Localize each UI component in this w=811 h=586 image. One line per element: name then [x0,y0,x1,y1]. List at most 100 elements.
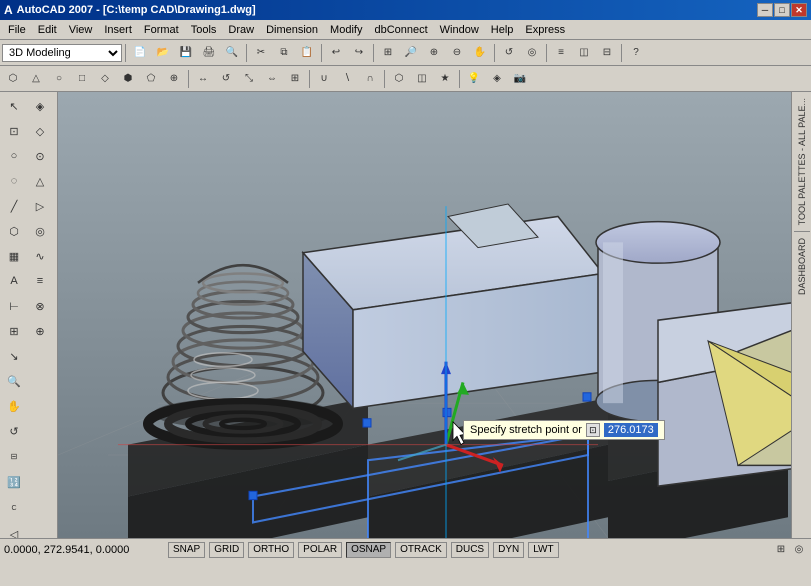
surface-btn[interactable]: ◫ [411,68,433,90]
calc-btn[interactable]: 🔢 [2,470,26,494]
zoom-window-btn[interactable]: 🔎 [400,42,422,64]
left-tool-b6[interactable]: ◎ [28,219,52,243]
left-tool-dim[interactable]: ⊢ [2,294,26,318]
zoom-extents-btn[interactable]: ⊞ [377,42,399,64]
3d-orbit-btn[interactable]: ↺ [498,42,520,64]
menu-item-tools[interactable]: Tools [185,22,223,38]
cut-btn[interactable]: ✂ [250,42,272,64]
properties-btn[interactable]: ⊟ [596,42,618,64]
left-tool-orbit[interactable]: ↺ [2,419,26,443]
3d-mirror-btn[interactable]: ⇔ [261,68,283,90]
camera-btn[interactable]: 📷 [509,68,531,90]
left-tool-b8[interactable]: ≡ [28,269,52,293]
left-tool-b7[interactable]: ∿ [28,244,52,268]
lwt-btn[interactable]: LWT [528,542,558,558]
polar-btn[interactable]: POLAR [298,542,342,558]
left-tool-b2[interactable]: ◇ [28,119,52,143]
3d-scale-btn[interactable]: ⤡ [238,68,260,90]
undo-btn[interactable]: ↩ [325,42,347,64]
3d-move-btn[interactable]: ↔ [192,68,214,90]
print-btn[interactable]: 🖨 [198,42,220,64]
comm-btn[interactable]: C [2,496,26,520]
print-preview-btn[interactable]: 🔍 [221,42,243,64]
left-tool-poly[interactable]: ⬡ [2,219,26,243]
3d-tool-3[interactable]: ○ [48,68,70,90]
3d-array-btn[interactable]: ⊞ [284,68,306,90]
tool-palettes-label[interactable]: TOOL PALETTES - ALL PALE... [797,98,807,225]
left-tool-zoom[interactable]: 🔍 [2,369,26,393]
expand-btn[interactable]: ◁ [2,522,26,538]
lights-btn[interactable]: 💡 [463,68,485,90]
left-tool-b4[interactable]: △ [28,169,52,193]
shade-btn[interactable]: ◎ [521,42,543,64]
left-tool-circle[interactable]: ○ [2,144,26,168]
left-tool-block[interactable]: ⊞ [2,319,26,343]
left-tool-b5[interactable]: ▷ [28,194,52,218]
copy-btn[interactable]: ⧉ [273,42,295,64]
menu-item-window[interactable]: Window [434,22,485,38]
save-btn[interactable]: 💾 [175,42,197,64]
left-tool-arc[interactable]: ◌ [2,169,26,193]
left-tool-b9[interactable]: ⊗ [28,294,52,318]
pan-btn[interactable]: ✋ [469,42,491,64]
solid-union-btn[interactable]: ∪ [313,68,335,90]
solid-intersect-btn[interactable]: ∩ [359,68,381,90]
grid-btn[interactable]: GRID [209,542,244,558]
status-icon-1[interactable]: ⊞ [773,542,789,558]
app-close-btn[interactable]: ✕ [791,3,807,17]
left-tool-text[interactable]: A [2,269,26,293]
new-btn[interactable]: 📄 [129,42,151,64]
3d-tool-5[interactable]: ◇ [94,68,116,90]
3d-rotate-btn[interactable]: ↺ [215,68,237,90]
left-tool-pan[interactable]: ✋ [2,394,26,418]
match-prop-btn[interactable]: ≡ [550,42,572,64]
menu-item-format[interactable]: Format [138,22,185,38]
3d-tool-6[interactable]: ⬢ [117,68,139,90]
3d-tool-7[interactable]: ⬠ [140,68,162,90]
3d-tool-4[interactable]: □ [71,68,93,90]
material-btn[interactable]: ◈ [486,68,508,90]
paste-btn[interactable]: 📋 [296,42,318,64]
dyn-btn[interactable]: DYN [493,542,524,558]
dashboard-label[interactable]: DASHBOARD [797,238,807,295]
left-tool-b1[interactable]: ◈ [28,94,52,118]
redo-btn[interactable]: ↪ [348,42,370,64]
menu-item-view[interactable]: View [63,22,99,38]
canvas-area[interactable]: Specify stretch point or ⊡ 276.0173 [58,92,791,538]
left-tool-b10[interactable]: ⊕ [28,319,52,343]
status-icon-2[interactable]: ◎ [791,542,807,558]
menu-item-file[interactable]: File [2,22,32,38]
menu-item-insert[interactable]: Insert [98,22,138,38]
ducs-btn[interactable]: DUCS [451,542,489,558]
left-tool-line[interactable]: ╱ [2,194,26,218]
app-maximize-btn[interactable]: □ [774,3,790,17]
zoom-out-btn[interactable]: ⊖ [446,42,468,64]
zoom-in-btn[interactable]: ⊕ [423,42,445,64]
workspace-dropdown[interactable]: 3D Modeling AutoCAD Classic Initial Setu… [2,44,122,62]
mesh-btn[interactable]: ⬡ [388,68,410,90]
left-tool-select[interactable]: ⊡ [2,119,26,143]
app-minimize-btn[interactable]: ─ [757,3,773,17]
properties-palette-btn[interactable]: ⊟ [2,444,26,468]
menu-item-draw[interactable]: Draw [222,22,260,38]
menu-item-modify[interactable]: Modify [324,22,368,38]
left-tool-hatch[interactable]: ▦ [2,244,26,268]
3d-tool-8[interactable]: ⊕ [163,68,185,90]
osnap-btn[interactable]: OSNAP [346,542,391,558]
left-tool-insert[interactable]: ↘ [2,344,26,368]
open-btn[interactable]: 📂 [152,42,174,64]
menu-item-help[interactable]: Help [485,22,520,38]
menu-item-dbconnect[interactable]: dbConnect [368,22,433,38]
left-tool-b3[interactable]: ⊙ [28,144,52,168]
layer-btn[interactable]: ◫ [573,42,595,64]
render-btn[interactable]: ★ [434,68,456,90]
menu-item-edit[interactable]: Edit [32,22,63,38]
left-tool-arrow[interactable]: ↖ [2,94,26,118]
snap-btn[interactable]: SNAP [168,542,205,558]
menu-item-dimension[interactable]: Dimension [260,22,324,38]
help-btn[interactable]: ? [625,42,647,64]
3d-tool-2[interactable]: △ [25,68,47,90]
otrack-btn[interactable]: OTRACK [395,542,447,558]
menu-item-express[interactable]: Express [519,22,571,38]
solid-subtract-btn[interactable]: ∖ [336,68,358,90]
